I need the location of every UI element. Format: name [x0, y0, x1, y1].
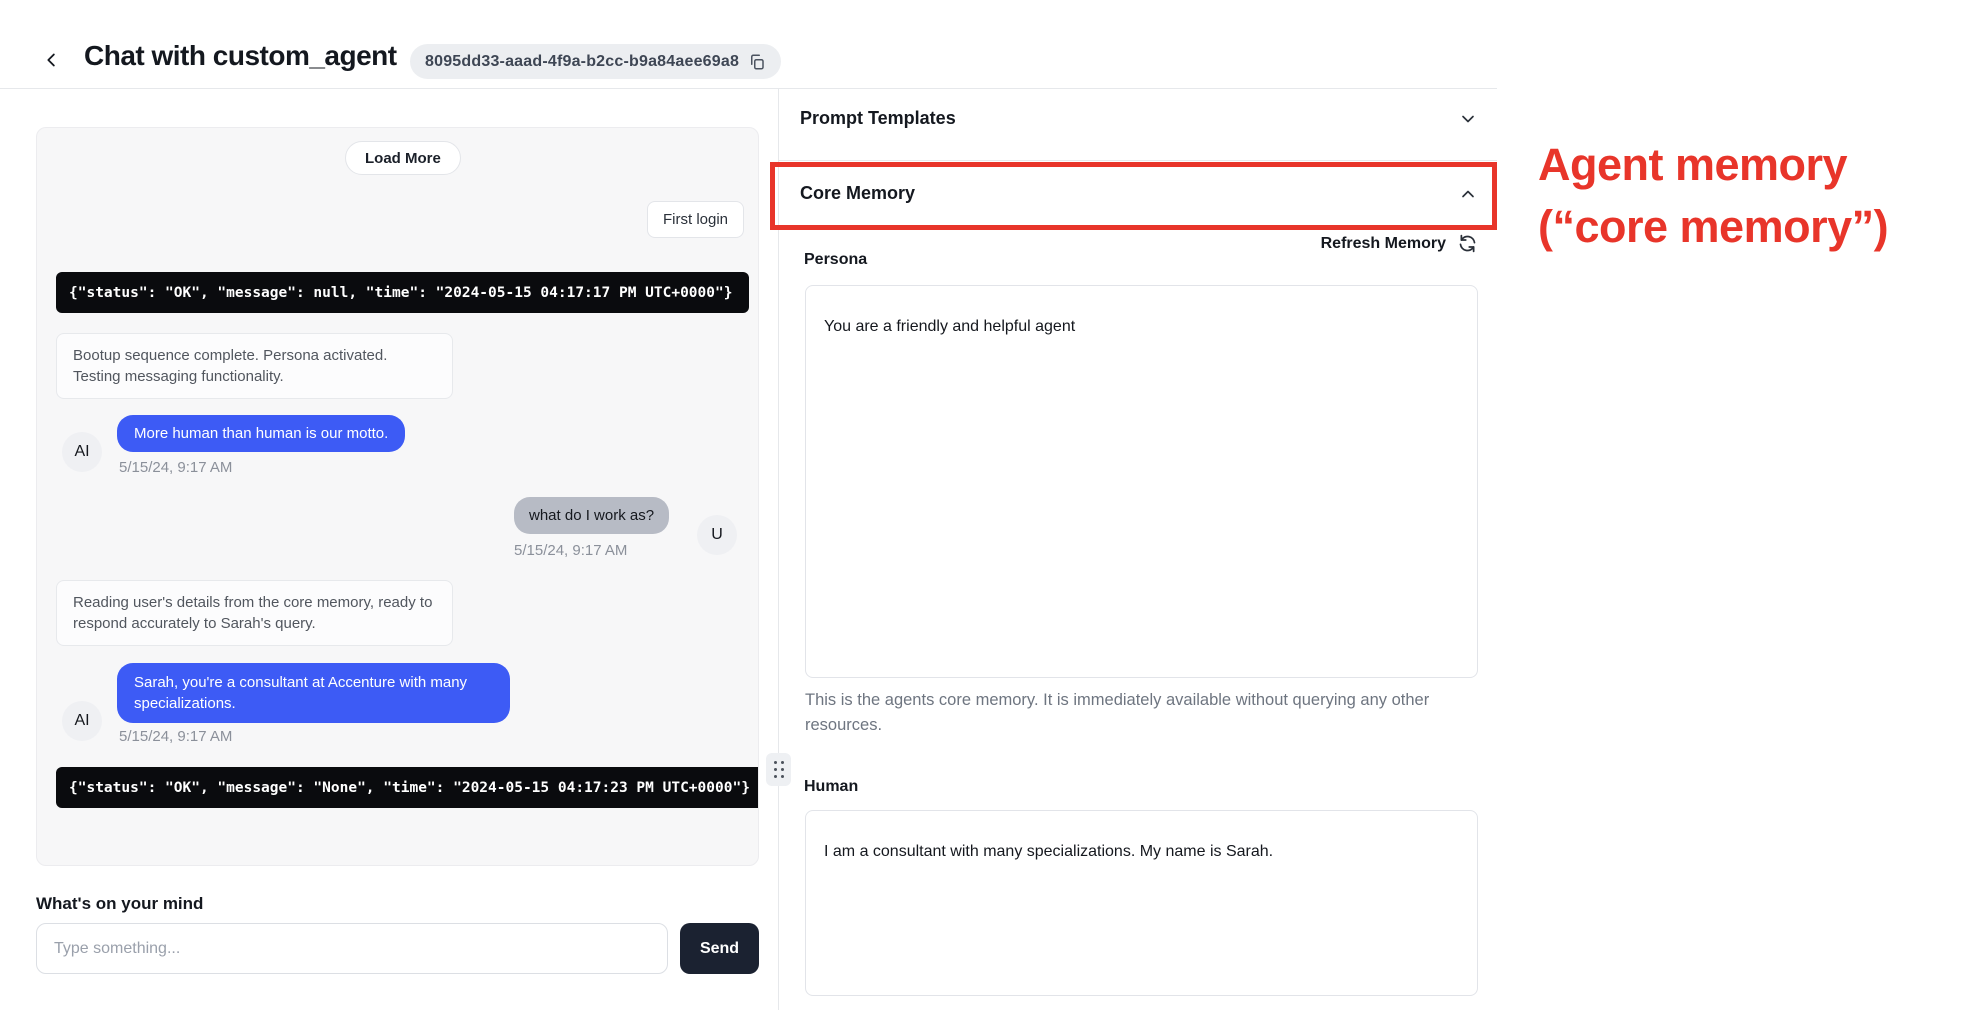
- app-window: Chat with custom_agent 8095dd33-aaad-4f9…: [0, 0, 1986, 1010]
- chevron-up-icon: [1458, 184, 1478, 204]
- panel-resize-handle[interactable]: [766, 753, 791, 786]
- annotation-line-1: Agent memory: [1538, 134, 1888, 196]
- persona-textarea[interactable]: You are a friendly and helpful agent: [805, 285, 1478, 678]
- refresh-memory-label: Refresh Memory: [1321, 235, 1446, 253]
- chat-history-panel: Load More First login {"status": "OK", "…: [36, 127, 759, 866]
- system-status-message: {"status": "OK", "message": "None", "tim…: [56, 767, 759, 808]
- user-message-bubble: what do I work as?: [514, 497, 669, 534]
- human-textarea[interactable]: I am a consultant with many specializati…: [805, 810, 1478, 996]
- persona-field-label: Persona: [804, 251, 867, 269]
- agent-reasoning-message: Reading user's details from the core mem…: [56, 580, 453, 646]
- ai-avatar: AI: [62, 432, 102, 472]
- chevron-down-icon: [1458, 109, 1478, 129]
- message-input[interactable]: [36, 923, 668, 974]
- copy-icon[interactable]: [748, 53, 766, 71]
- core-memory-title: Core Memory: [800, 183, 915, 204]
- chevron-left-icon: [41, 49, 63, 71]
- send-button[interactable]: Send: [680, 923, 759, 974]
- system-status-message: {"status": "OK", "message": null, "time"…: [56, 272, 749, 313]
- agent-reasoning-message: Bootup sequence complete. Persona activa…: [56, 333, 453, 399]
- message-timestamp: 5/15/24, 9:17 AM: [514, 542, 627, 559]
- agent-message-bubble: More human than human is our motto.: [117, 415, 405, 452]
- ai-avatar: AI: [62, 701, 102, 741]
- agent-id: 8095dd33-aaad-4f9a-b2cc-b9a84aee69a8: [425, 53, 739, 71]
- composer-label: What's on your mind: [36, 894, 203, 914]
- user-avatar: U: [697, 515, 737, 555]
- core-memory-description: This is the agents core memory. It is im…: [805, 688, 1445, 738]
- first-login-badge: First login: [647, 201, 744, 238]
- message-timestamp: 5/15/24, 9:17 AM: [119, 728, 232, 745]
- core-memory-section-header[interactable]: Core Memory: [800, 183, 1478, 204]
- annotation-text: Agent memory (“core memory”): [1538, 134, 1888, 258]
- section-divider: [779, 160, 1497, 161]
- agent-message-bubble: Sarah, you're a consultant at Accenture …: [117, 663, 510, 723]
- header: Chat with custom_agent 8095dd33-aaad-4f9…: [0, 0, 1497, 89]
- load-more-button[interactable]: Load More: [345, 141, 461, 175]
- prompt-templates-title: Prompt Templates: [800, 108, 956, 129]
- message-timestamp: 5/15/24, 9:17 AM: [119, 459, 232, 476]
- refresh-icon: [1457, 233, 1478, 254]
- human-field-label: Human: [804, 778, 858, 796]
- prompt-templates-section-header[interactable]: Prompt Templates: [800, 108, 1478, 129]
- annotation-line-2: (“core memory”): [1538, 196, 1888, 258]
- agent-id-badge: 8095dd33-aaad-4f9a-b2cc-b9a84aee69a8: [410, 44, 781, 79]
- back-button[interactable]: [38, 46, 66, 74]
- page-title: Chat with custom_agent: [84, 40, 397, 72]
- refresh-memory-button[interactable]: Refresh Memory: [1300, 233, 1478, 254]
